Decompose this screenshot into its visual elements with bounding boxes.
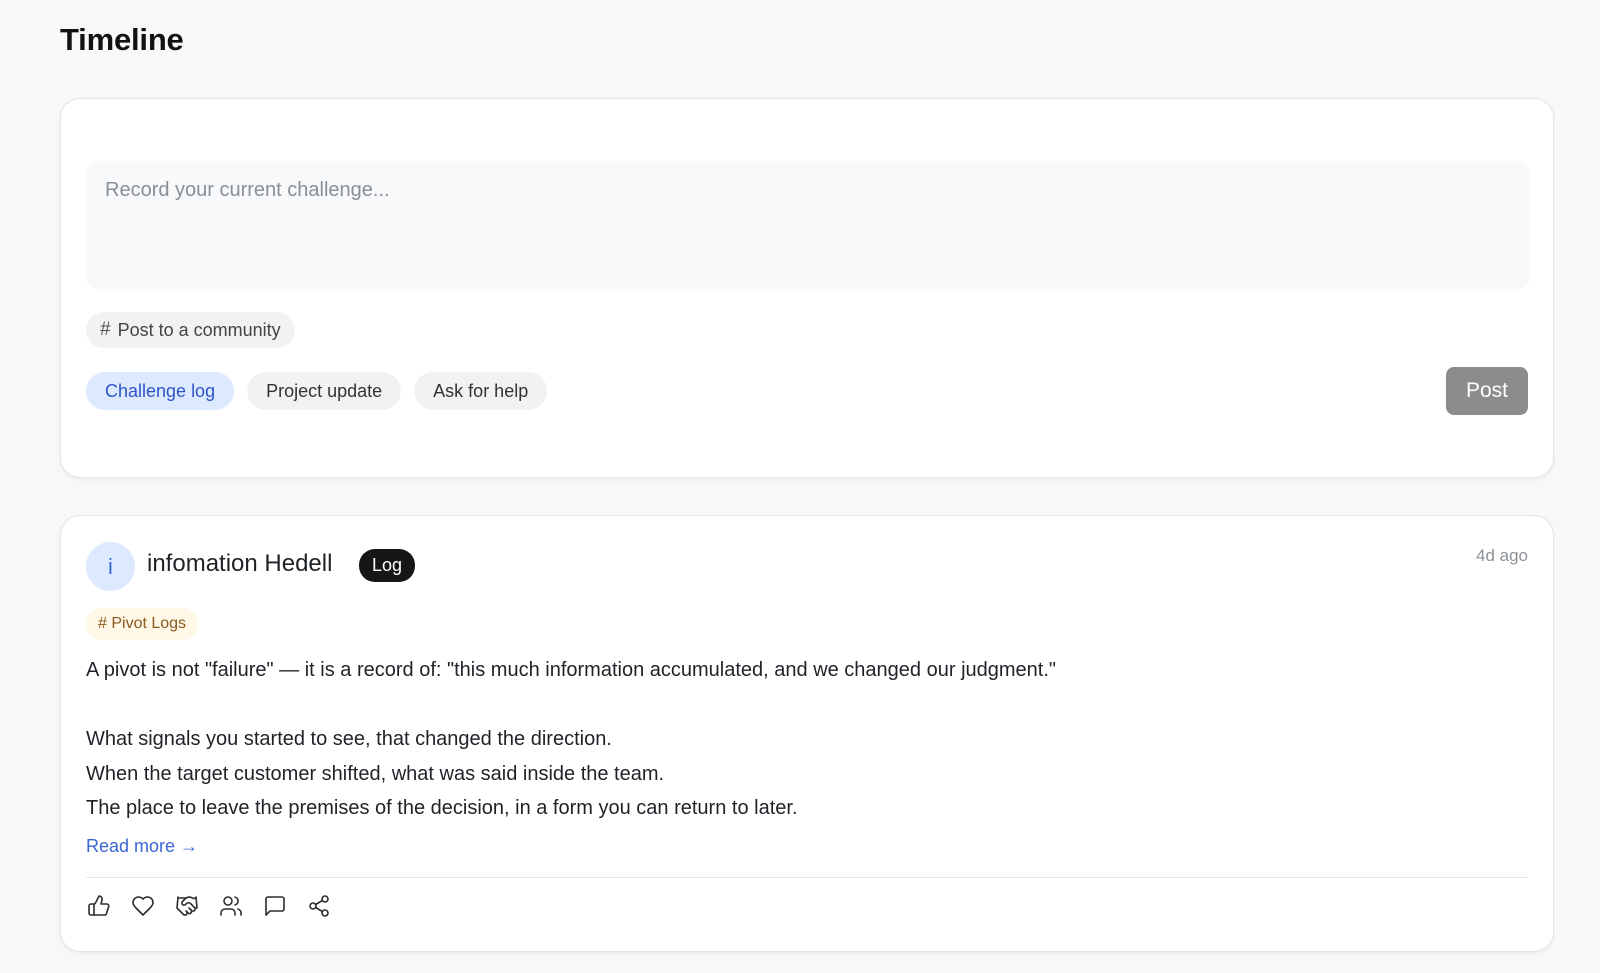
divider — [86, 877, 1528, 878]
avatar[interactable]: i — [86, 542, 135, 591]
post-to-community-button[interactable]: # Post to a community — [86, 312, 295, 348]
post-paragraph: The place to leave the premises of the d… — [86, 797, 798, 819]
post-type-selector: Challenge log Project update Ask for hel… — [86, 372, 548, 410]
post-type-badge: Log — [359, 549, 416, 582]
post-actions — [86, 893, 332, 919]
post-paragraph: What signals you started to see, that ch… — [86, 728, 612, 750]
post-type-project-update[interactable]: Project update — [247, 372, 402, 410]
read-more-link[interactable]: Read more → — [86, 836, 198, 857]
post-paragraph: A pivot is not "failure" — it is a recor… — [86, 659, 1056, 681]
post-card: i infomation Hedell Log 4d ago # Pivot L… — [60, 515, 1554, 952]
thumbs-up-icon[interactable] — [86, 893, 112, 919]
timeline-page: Timeline # Post to a community Challenge… — [0, 0, 1600, 973]
post-button[interactable]: Post — [1446, 367, 1528, 415]
heart-icon[interactable] — [130, 893, 156, 919]
hash-icon: # — [100, 319, 111, 340]
users-icon[interactable] — [218, 893, 244, 919]
post-timestamp: 4d ago — [1476, 546, 1528, 565]
composer-card: # Post to a community Challenge log Proj… — [60, 98, 1554, 478]
challenge-input[interactable] — [86, 161, 1530, 289]
post-type-challenge-log[interactable]: Challenge log — [86, 372, 235, 410]
comment-icon[interactable] — [262, 893, 288, 919]
post-body: A pivot is not "failure" — it is a recor… — [86, 653, 1526, 826]
author-name[interactable]: infomation Hedell — [147, 550, 332, 578]
community-tag[interactable]: # Pivot Logs — [86, 608, 199, 640]
post-paragraph: When the target customer shifted, what w… — [86, 762, 665, 785]
page-title: Timeline — [60, 22, 184, 57]
share-icon[interactable] — [306, 893, 332, 919]
post-to-community-label: Post to a community — [117, 319, 281, 340]
post-type-ask-for-help[interactable]: Ask for help — [414, 372, 548, 410]
handshake-icon[interactable] — [174, 893, 200, 919]
